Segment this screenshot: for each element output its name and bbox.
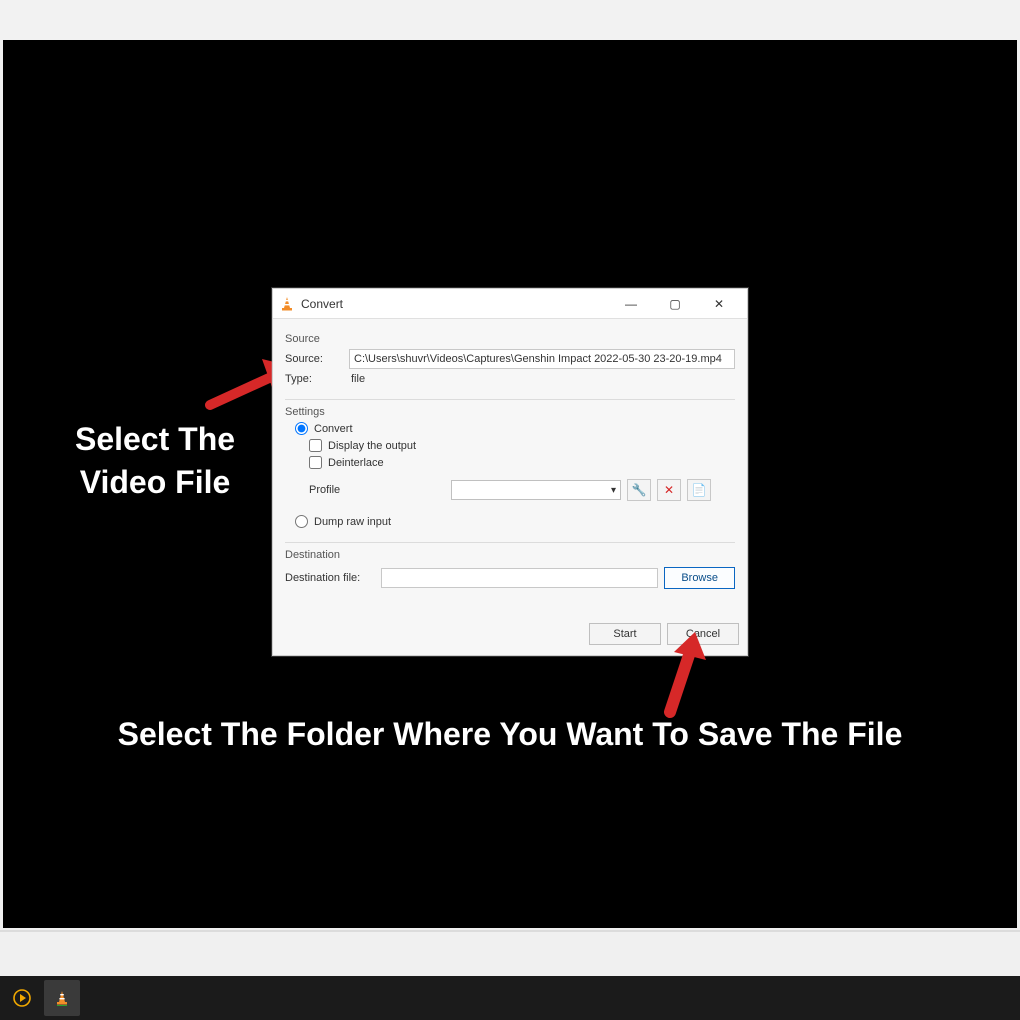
dialog-footer: Start Cancel — [273, 617, 747, 655]
deinterlace-label: Deinterlace — [328, 457, 384, 469]
top-window-strip — [0, 0, 1020, 40]
source-label: Source: — [285, 353, 343, 365]
close-button[interactable]: ✕ — [697, 290, 741, 318]
taskbar-media-player[interactable] — [4, 980, 40, 1016]
profile-row: Profile ▾ 🔧 ✕ 📄 — [309, 479, 735, 501]
dump-raw-label: Dump raw input — [314, 516, 391, 528]
profile-select[interactable]: ▾ — [451, 480, 621, 500]
delete-profile-button[interactable]: ✕ — [657, 479, 681, 501]
edit-profile-button[interactable]: 🔧 — [627, 479, 651, 501]
convert-dialog: Convert — ▢ ✕ Source Source: Type: file … — [272, 288, 748, 656]
profile-label: Profile — [309, 484, 359, 496]
display-output-input[interactable] — [309, 439, 322, 452]
display-output-checkbox[interactable]: Display the output — [309, 439, 735, 452]
source-group: Source: Type: file — [285, 349, 735, 400]
destination-file-label: Destination file: — [285, 572, 375, 584]
destination-group-title: Destination — [285, 549, 735, 561]
annotation-select-folder: Select The Folder Where You Want To Save… — [90, 712, 930, 757]
destination-file-input[interactable] — [381, 568, 658, 588]
vlc-cone-icon — [279, 296, 295, 312]
convert-radio[interactable]: Convert — [295, 422, 735, 435]
settings-group: Convert Display the output Deinterlace P… — [285, 422, 735, 543]
taskbar-vlc[interactable] — [44, 980, 80, 1016]
dialog-title: Convert — [301, 297, 343, 311]
display-output-label: Display the output — [328, 440, 416, 452]
convert-options: Display the output Deinterlace Profile ▾… — [285, 439, 735, 501]
settings-group-title: Settings — [285, 406, 735, 418]
convert-radio-input[interactable] — [295, 422, 308, 435]
destination-group: Destination file: Browse — [285, 567, 735, 607]
vlc-icon — [54, 990, 70, 1006]
source-input[interactable] — [349, 349, 735, 369]
separator-line — [0, 930, 1020, 932]
cancel-button[interactable]: Cancel — [667, 623, 739, 645]
dump-raw-radio-input[interactable] — [295, 515, 308, 528]
wrench-icon: 🔧 — [632, 483, 647, 497]
source-group-title: Source — [285, 333, 735, 345]
new-profile-button[interactable]: 📄 — [687, 479, 711, 501]
maximize-button[interactable]: ▢ — [653, 290, 697, 318]
annotation-select-video: Select The Video File — [40, 418, 270, 504]
dialog-titlebar: Convert — ▢ ✕ — [273, 289, 747, 319]
type-value: file — [349, 373, 365, 385]
chevron-down-icon: ▾ — [611, 485, 616, 496]
deinterlace-checkbox[interactable]: Deinterlace — [309, 456, 735, 469]
new-profile-icon: 📄 — [692, 483, 707, 497]
deinterlace-input[interactable] — [309, 456, 322, 469]
media-player-icon — [12, 988, 32, 1008]
convert-radio-label: Convert — [314, 423, 353, 435]
window-controls: — ▢ ✕ — [609, 290, 741, 318]
dump-raw-radio[interactable]: Dump raw input — [295, 515, 735, 528]
taskbar — [0, 976, 1020, 1020]
browse-button[interactable]: Browse — [664, 567, 735, 589]
delete-icon: ✕ — [664, 483, 674, 497]
dialog-body: Source Source: Type: file Settings Conve… — [273, 319, 747, 617]
start-button[interactable]: Start — [589, 623, 661, 645]
type-label: Type: — [285, 373, 343, 385]
minimize-button[interactable]: — — [609, 290, 653, 318]
